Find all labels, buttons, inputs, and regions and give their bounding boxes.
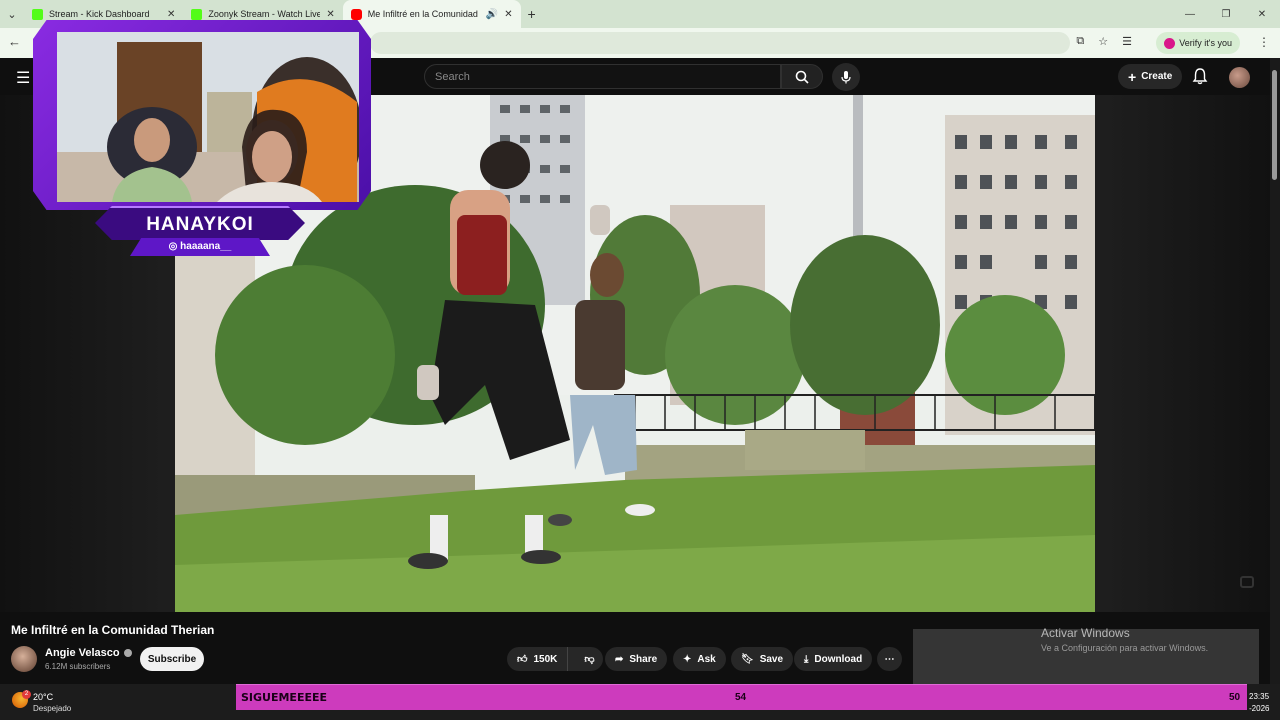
- hamburger-menu-icon[interactable]: ☰: [16, 68, 30, 88]
- tab-title: Me Infiltré en la Comunidad: [367, 9, 478, 19]
- video-title: Me Infiltré en la Comunidad Therian: [11, 623, 215, 637]
- download-icon: ⤓: [804, 653, 809, 665]
- voice-search-button[interactable]: [832, 63, 860, 91]
- verify-identity-button[interactable]: Verify it's you: [1156, 32, 1240, 54]
- save-label: Save: [759, 653, 784, 665]
- save-button[interactable]: 🔖︎ Save: [731, 647, 794, 671]
- temperature: 20°C: [33, 692, 54, 702]
- tab-youtube-video[interactable]: Me Infiltré en la Comunidad 🔊 ✕: [342, 0, 521, 28]
- install-app-icon[interactable]: ⧉: [1076, 35, 1084, 48]
- thumbs-down-icon: 👎︎: [584, 654, 595, 665]
- scrollbar-thumb[interactable]: [1272, 70, 1277, 180]
- back-arrow-icon[interactable]: ←: [8, 34, 21, 49]
- like-dislike-group: 👍︎ 150K 👎︎: [507, 647, 603, 671]
- thumbs-up-icon: 👍︎: [517, 654, 528, 665]
- like-button[interactable]: 👍︎ 150K: [507, 647, 569, 671]
- tab-title: Zoonyk Stream - Watch Live on: [208, 9, 321, 19]
- close-icon[interactable]: ✕: [504, 9, 512, 20]
- more-horizontal-icon: ⋯: [884, 653, 895, 665]
- profile-icon: [1164, 37, 1176, 49]
- streamer-name: HANAYKOI: [95, 206, 305, 240]
- streamer-instagram: ◎ haaaana__: [130, 238, 270, 256]
- weather-badge: 2: [22, 690, 31, 699]
- notifications-bell-icon[interactable]: [1192, 67, 1208, 90]
- ask-button[interactable]: ✦ Ask: [673, 647, 726, 671]
- kick-icon: [191, 8, 203, 20]
- kick-icon: [32, 8, 43, 20]
- share-button[interactable]: ➦ Share: [605, 647, 668, 671]
- media-controls-icon[interactable]: ☰: [1122, 35, 1132, 48]
- overlay-count-mid: 54: [735, 692, 747, 703]
- share-arrow-icon: ➦: [615, 653, 624, 665]
- activate-windows-subtitle: Ve a Configuración para activar Windows.: [1041, 643, 1209, 653]
- taskbar-clock[interactable]: 23:35: [1249, 692, 1269, 701]
- download-label: Download: [814, 653, 863, 665]
- channel-name: Angie Velasco: [45, 647, 120, 659]
- share-label: Share: [629, 653, 658, 665]
- verify-label: Verify it's you: [1179, 38, 1232, 48]
- youtube-icon: [350, 8, 362, 20]
- speaker-icon[interactable]: 🔊: [486, 9, 498, 20]
- microphone-icon: [841, 71, 851, 84]
- subscriber-count: 6.12M subscribers: [45, 662, 111, 671]
- minimize-icon[interactable]: —: [1172, 0, 1208, 28]
- url-field[interactable]: [370, 32, 1070, 54]
- search-icon: [795, 70, 809, 84]
- subscribe-button[interactable]: Subscribe: [140, 647, 204, 671]
- overlay-text: SIGUEMEEEEE: [241, 691, 328, 704]
- tab-search-icon[interactable]: ⌄: [0, 0, 24, 28]
- close-window-icon[interactable]: ✕: [1244, 0, 1280, 28]
- plus-icon: +: [1128, 68, 1137, 85]
- address-bar-icons: ⧉ ☆ ☰: [1076, 35, 1132, 48]
- download-button[interactable]: ⤓ Download: [794, 647, 873, 671]
- weather-condition: Despejado: [33, 704, 72, 713]
- webcam-feed: [57, 32, 359, 202]
- dislike-button[interactable]: 👎︎: [574, 653, 604, 665]
- account-avatar[interactable]: [1229, 67, 1250, 88]
- window-controls: — ❐ ✕: [1172, 0, 1280, 28]
- bookmark-icon: 🔖︎: [741, 653, 754, 665]
- restore-icon[interactable]: ❐: [1208, 0, 1244, 28]
- search-button[interactable]: [781, 64, 823, 89]
- bookmark-star-icon[interactable]: ☆: [1098, 35, 1108, 48]
- channel-avatar[interactable]: [11, 646, 37, 672]
- create-label: Create: [1141, 71, 1173, 82]
- channel-watermark-icon[interactable]: [1240, 576, 1254, 588]
- ask-label: Ask: [697, 653, 716, 665]
- activate-windows-title: Activar Windows: [1041, 626, 1130, 640]
- sparkle-icon: ✦: [683, 653, 692, 665]
- instagram-icon: ◎: [168, 241, 181, 252]
- instagram-handle: haaaana__: [180, 241, 232, 252]
- webcam-image: [57, 32, 359, 202]
- search-input[interactable]: Search: [424, 64, 781, 89]
- tab-title: Stream - Kick Dashboard: [49, 9, 150, 19]
- verified-badge-icon: [123, 649, 132, 657]
- taskbar-date[interactable]: -2026: [1249, 704, 1269, 713]
- overlay-count-right: 50: [1229, 692, 1241, 703]
- more-actions-button[interactable]: ⋯: [877, 647, 902, 671]
- channel-name-link[interactable]: Angie Velasco: [45, 647, 132, 659]
- close-icon[interactable]: ✕: [326, 9, 334, 20]
- browser-menu-icon[interactable]: ⋮: [1258, 35, 1270, 49]
- new-tab-button[interactable]: +: [521, 6, 543, 22]
- like-count: 150K: [533, 653, 558, 665]
- close-icon[interactable]: ✕: [167, 9, 175, 20]
- create-button[interactable]: + Create: [1118, 64, 1183, 89]
